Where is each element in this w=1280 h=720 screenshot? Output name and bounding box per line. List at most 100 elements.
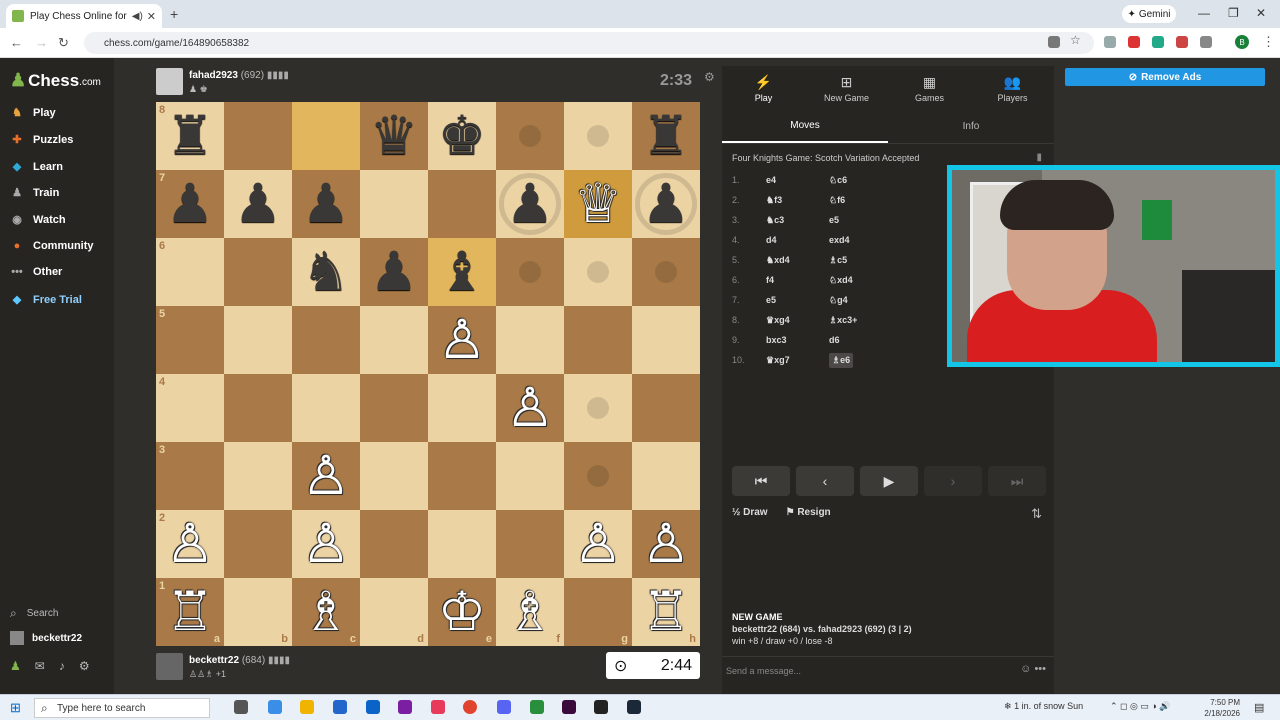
square-e7[interactable]: [428, 170, 496, 238]
square-h6[interactable]: [632, 238, 700, 306]
black-pawn-icon[interactable]: ♟: [166, 177, 214, 231]
square-h5[interactable]: [632, 306, 700, 374]
square-b1[interactable]: b: [224, 578, 292, 646]
white-move[interactable]: ♛xg4: [766, 315, 829, 326]
gemini-button[interactable]: ✦ Gemini: [1122, 5, 1176, 23]
top-player-name[interactable]: fahad2923 (692) ▮▮▮▮: [189, 70, 289, 81]
square-b2[interactable]: [224, 510, 292, 578]
square-g5[interactable]: [564, 306, 632, 374]
square-h2[interactable]: ♙: [632, 510, 700, 578]
square-g8[interactable]: [564, 102, 632, 170]
square-d6[interactable]: ♟: [360, 238, 428, 306]
white-king-icon[interactable]: ♔: [438, 585, 486, 639]
settings-gear-icon[interactable]: ⚙: [704, 70, 715, 84]
square-f3[interactable]: [496, 442, 564, 510]
black-move[interactable]: d6: [829, 335, 840, 345]
square-e5[interactable]: ♙: [428, 306, 496, 374]
sidebar-item-puzzles[interactable]: ✚ Puzzles: [10, 133, 73, 147]
square-a3[interactable]: 3: [156, 442, 224, 510]
sidebar-item-learn[interactable]: ◆ Learn: [10, 160, 63, 174]
square-d5[interactable]: [360, 306, 428, 374]
file-explorer-icon[interactable]: [300, 700, 314, 714]
square-h1[interactable]: h ♖: [632, 578, 700, 646]
avatar[interactable]: [156, 653, 183, 680]
white-rook-icon[interactable]: ♖: [642, 585, 690, 639]
square-e4[interactable]: [428, 374, 496, 442]
first-move-button[interactable]: ⏮: [732, 466, 790, 496]
white-pawn-icon[interactable]: ♙: [642, 517, 690, 571]
previous-move-button[interactable]: ‹: [796, 466, 854, 496]
square-c3[interactable]: ♙: [292, 442, 360, 510]
music-icon[interactable]: [431, 700, 445, 714]
resign-button[interactable]: ⚑ Resign: [786, 507, 831, 518]
square-g2[interactable]: ♙: [564, 510, 632, 578]
tab-play[interactable]: ⚡ Play: [722, 66, 805, 110]
square-b8[interactable]: [224, 102, 292, 170]
weather-widget[interactable]: ❄ 1 in. of snow Sun: [1004, 701, 1083, 712]
emoji-icon[interactable]: ☺: [1020, 663, 1031, 675]
square-f7[interactable]: ♟: [496, 170, 564, 238]
browser-menu-icon[interactable]: ⋮: [1262, 34, 1275, 50]
white-move[interactable]: e4: [766, 175, 829, 185]
black-pawn-icon[interactable]: ♟: [234, 177, 282, 231]
square-b7[interactable]: ♟: [224, 170, 292, 238]
square-g1[interactable]: g: [564, 578, 632, 646]
black-move[interactable]: e5: [829, 215, 839, 225]
white-rook-icon[interactable]: ♖: [166, 585, 214, 639]
bookmark-star-icon[interactable]: ☆: [1070, 33, 1082, 47]
white-pawn-icon[interactable]: ♙: [506, 381, 554, 435]
chess-board[interactable]: 8 ♜ ♛ ♚ ♜ 7 ♟ ♟ ♟ ♟ ♕ ♟ 6 ♞ ♟ ♝ 5 ♙ 4 ♙ 3 ♙ 2 ♙ ♙ ♙ ♙ 1 a ♖ b c ♗ d e ♔ f ♗ g h…: [156, 102, 700, 646]
square-h7[interactable]: ♟: [632, 170, 700, 238]
extension-icon[interactable]: [1128, 36, 1140, 48]
new-tab-button[interactable]: +: [170, 6, 178, 22]
flip-board-icon[interactable]: ⇅: [1031, 506, 1042, 522]
extensions-puzzle-icon[interactable]: [1200, 36, 1212, 48]
next-move-button[interactable]: ›: [924, 466, 982, 496]
square-d4[interactable]: [360, 374, 428, 442]
sidebar-item-other[interactable]: ••• Other: [10, 266, 62, 278]
square-a5[interactable]: 5: [156, 306, 224, 374]
steam-icon[interactable]: [627, 700, 641, 714]
square-b6[interactable]: [224, 238, 292, 306]
black-move[interactable]: ♘g4: [829, 295, 848, 306]
minimize-icon[interactable]: —: [1198, 6, 1210, 20]
square-e8[interactable]: ♚: [428, 102, 496, 170]
square-g6[interactable]: [564, 238, 632, 306]
close-tab-icon[interactable]: ✕: [147, 10, 156, 23]
windows-start-icon[interactable]: ⊞: [10, 700, 21, 716]
taskbar-search[interactable]: Type here to search: [34, 698, 210, 718]
friends-icon[interactable]: ♟: [10, 659, 21, 673]
square-d7[interactable]: [360, 170, 428, 238]
square-b5[interactable]: [224, 306, 292, 374]
sidebar-item-train[interactable]: ♟ Train: [10, 186, 59, 200]
square-f5[interactable]: [496, 306, 564, 374]
speaker-icon[interactable]: ◀): [132, 11, 143, 22]
last-move-button[interactable]: ⏭: [988, 466, 1046, 496]
square-c7[interactable]: ♟: [292, 170, 360, 238]
extension-icon[interactable]: [1176, 36, 1188, 48]
square-e3[interactable]: [428, 442, 496, 510]
white-bishop-icon[interactable]: ♗: [302, 585, 350, 639]
trash-icon[interactable]: ▮: [1036, 152, 1042, 163]
white-pawn-icon[interactable]: ♙: [302, 517, 350, 571]
profile-avatar[interactable]: B: [1235, 35, 1249, 49]
black-move[interactable]: exd4: [829, 235, 850, 245]
white-pawn-icon[interactable]: ♙: [302, 449, 350, 503]
square-e6[interactable]: ♝: [428, 238, 496, 306]
tab-players[interactable]: 👥 Players: [971, 66, 1054, 110]
square-c4[interactable]: [292, 374, 360, 442]
square-g7[interactable]: ♕: [564, 170, 632, 238]
avatar[interactable]: [156, 68, 183, 95]
copilot-icon[interactable]: [268, 700, 282, 714]
black-knight-icon[interactable]: ♞: [302, 245, 350, 299]
extension-icon[interactable]: [1104, 36, 1116, 48]
black-move[interactable]: ♗c5: [829, 255, 847, 266]
tab-games[interactable]: ▦ Games: [888, 66, 971, 110]
square-h4[interactable]: [632, 374, 700, 442]
black-move[interactable]: ♗xc3+: [829, 315, 857, 326]
notification-icon[interactable]: ▤: [1254, 701, 1264, 714]
square-d3[interactable]: [360, 442, 428, 510]
square-c2[interactable]: ♙: [292, 510, 360, 578]
browser-tab[interactable]: Play Chess Online for FREE ◀) ✕: [6, 4, 162, 28]
store-icon[interactable]: [333, 700, 347, 714]
